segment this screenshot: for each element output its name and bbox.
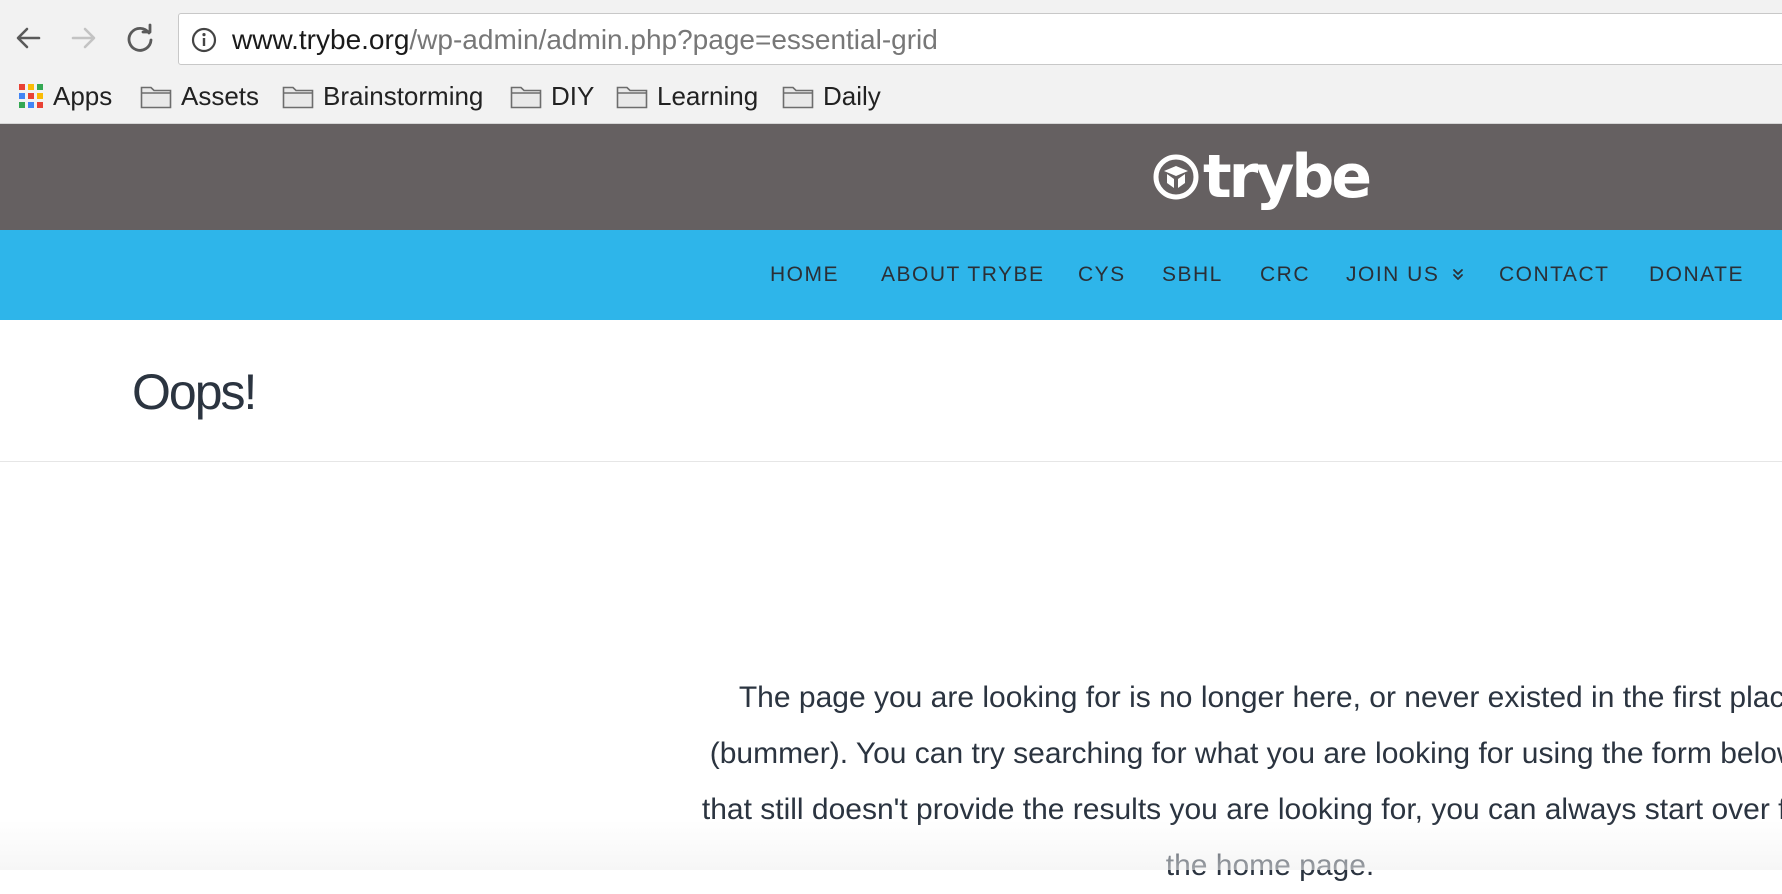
page-title-band: Oops! — [0, 320, 1782, 462]
site-logo[interactable]: trybe — [1152, 142, 1372, 212]
nav-cys[interactable]: CYS — [1078, 262, 1126, 288]
bookmark-daily[interactable]: Daily — [782, 80, 881, 112]
nav-join-us-label: JOIN US — [1346, 263, 1440, 286]
page-title: Oops! — [132, 364, 257, 420]
bookmark-label: Assets — [181, 80, 260, 111]
apps-grid-icon — [18, 83, 44, 109]
bookmark-apps[interactable]: Apps — [18, 80, 112, 112]
nav-sbhl[interactable]: SBHL — [1162, 262, 1223, 288]
url-text: www.trybe.org/wp-admin/admin.php?page=es… — [232, 24, 938, 56]
nav-join-us[interactable]: JOIN US — [1346, 262, 1465, 288]
folder-icon — [510, 83, 542, 109]
info-icon[interactable] — [191, 27, 217, 53]
logo-text: trybe — [1203, 142, 1372, 212]
nav-home[interactable]: HOME — [770, 262, 839, 288]
error-message: The page you are looking for is no longe… — [701, 681, 1782, 882]
bookmark-label: Daily — [823, 80, 881, 111]
bookmark-assets[interactable]: Assets — [140, 80, 259, 112]
arrow-left-icon — [16, 27, 41, 49]
bookmark-label: DIY — [551, 80, 595, 111]
folder-icon — [282, 83, 314, 109]
nav-about-trybe[interactable]: ABOUT TRYBE — [881, 262, 1045, 288]
forward-button[interactable] — [66, 20, 102, 56]
reload-button[interactable] — [122, 20, 158, 56]
site-header: trybe — [0, 124, 1782, 230]
bookmark-learning[interactable]: Learning — [616, 80, 758, 112]
trybe-logo-icon — [1153, 154, 1199, 200]
browser-toolbar: www.trybe.org/wp-admin/admin.php?page=es… — [0, 0, 1782, 124]
nav-crc[interactable]: CRC — [1260, 262, 1310, 288]
url-host: www.trybe.org — [232, 24, 410, 55]
arrow-right-icon — [71, 27, 96, 49]
bookmark-diy[interactable]: DIY — [510, 80, 594, 112]
chevron-down-icon — [1451, 262, 1465, 288]
bookmark-brainstorming[interactable]: Brainstorming — [282, 80, 483, 112]
nav-contact[interactable]: CONTACT — [1499, 262, 1609, 288]
bookmark-label: Learning — [657, 80, 759, 111]
bookmarks-bar: Apps Assets Brainstorming DIY Learning D… — [0, 74, 1782, 118]
main-navigation: HOME ABOUT TRYBE CYS SBHL CRC JOIN US CO… — [0, 230, 1782, 320]
reload-icon — [127, 23, 153, 52]
bookmark-label: Apps — [53, 80, 113, 111]
folder-icon — [616, 83, 648, 109]
bookmark-label: Brainstorming — [323, 80, 484, 111]
back-button[interactable] — [10, 20, 46, 56]
address-bar[interactable]: www.trybe.org/wp-admin/admin.php?page=es… — [178, 13, 1782, 65]
folder-icon — [140, 83, 172, 109]
url-path: /wp-admin/admin.php?page=essential-grid — [409, 24, 938, 55]
folder-icon — [782, 83, 814, 109]
nav-donate[interactable]: DONATE — [1649, 262, 1744, 288]
